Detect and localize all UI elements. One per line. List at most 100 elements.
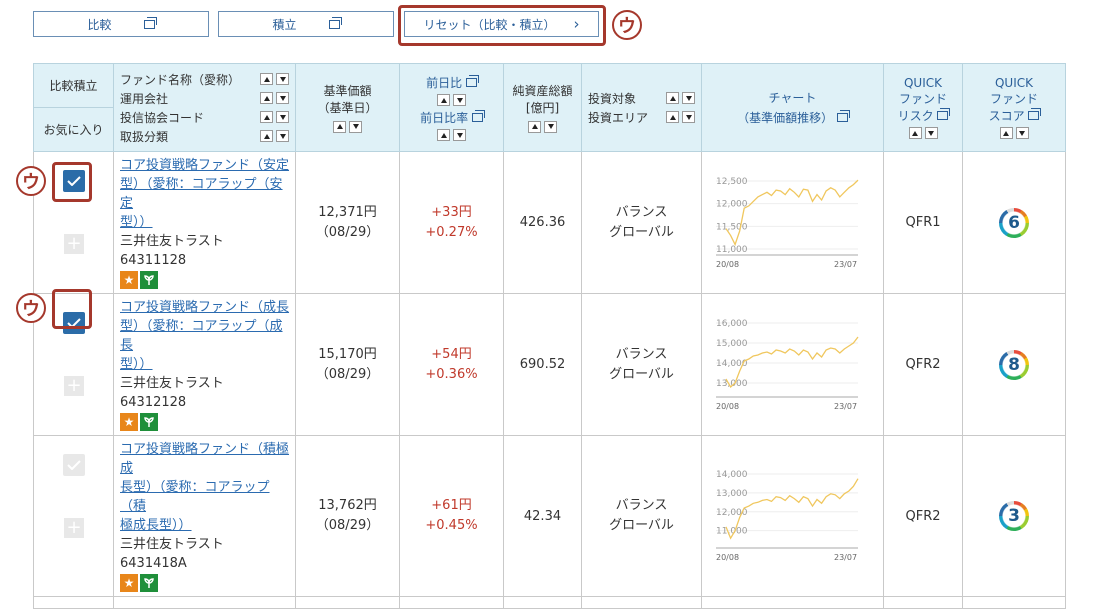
chart-xtick-label: 20/08 [716,402,739,411]
highlight-frame [52,289,92,329]
check-icon [67,460,81,470]
star-badge-icon: ★ [120,574,138,592]
sort-asc-button[interactable] [333,120,346,133]
assets-header: 純資産総額 [512,84,573,98]
score-header-l2[interactable]: ファンド [963,90,1065,107]
risk-header-l2[interactable]: ファンド [884,90,962,107]
chart-xtick-label: 20/08 [716,260,739,269]
code-header: 投信協会コード [120,110,205,125]
fund-row: + コア投資戦略ファンド（成長 型）（愛称：コアラップ（成長 型）） 三井住友トラスト 6… [33,293,1066,436]
chart-ytick-label: 15,000 [716,339,748,349]
sort-asc-button[interactable] [528,120,541,133]
chart-ytick-label: 13,000 [716,379,748,389]
category-header: 取扱分類 [120,129,169,144]
chart-ytick-label: 16,000 [716,319,748,329]
risk-value: QFR2 [883,293,963,436]
sort-desc-button[interactable] [453,129,466,141]
sort-desc-button[interactable] [276,73,289,85]
change-header[interactable]: 前日比 [426,76,462,90]
marker-u: ウ [16,293,46,323]
sort-asc-button[interactable] [437,94,450,106]
add-favorite-button[interactable]: + [64,518,84,538]
change-value: +33円 [431,204,472,220]
area-value: グローバル [609,518,674,533]
area-value: グローバル [609,224,674,240]
nav-date: （08/29） [315,366,380,382]
nav-chart[interactable]: 16,00015,00014,00013,00020/08 23/07 [708,313,878,413]
sort-desc-button[interactable] [682,92,695,104]
fund-name-link[interactable]: コア投資戦略ファンド（積極成 長型）（愛称：コアラップ（積 極成長型）） [120,440,289,535]
nav-date: （08/29） [315,518,380,533]
chart-ytick-label: 12,500 [716,177,748,187]
risk-header-l3[interactable]: リスク [898,109,934,123]
nav-chart[interactable]: 14,00013,00012,00011,00020/08 23/07 [708,464,878,564]
sort-desc-button[interactable] [276,92,289,104]
fund-company: 三井住友トラスト [120,376,224,391]
target-value: バランス [615,498,668,513]
chart-ytick-label: 11,500 [716,222,748,232]
sort-desc-button[interactable] [453,94,466,106]
score-value: 6 [1008,212,1020,233]
sort-asc-button[interactable] [260,111,273,123]
compare-checkbox[interactable] [63,454,85,476]
highlight-frame [52,162,92,202]
sort-asc-button[interactable] [437,129,450,141]
chart-xtick-label: 23/07 [834,553,857,562]
compare-button[interactable]: 比較 [33,11,209,37]
accumulate-button[interactable]: 積立 [218,11,394,37]
sort-desc-button[interactable] [924,127,938,139]
score-header-l3[interactable]: スコア [989,109,1025,123]
sort-desc-button[interactable] [276,111,289,123]
sort-asc-button[interactable] [666,92,679,104]
change-rate-header[interactable]: 前日比率 [420,111,468,125]
nav-date: （08/29） [315,224,380,240]
sort-asc-button[interactable] [908,127,922,139]
chart-ytick-label: 13,000 [716,489,748,499]
add-favorite-button[interactable]: + [64,234,84,254]
table-row-partial [33,596,1066,609]
fund-name-link[interactable]: コア投資戦略ファンド（安定 型）（愛称：コアラップ（安定 型）） [120,156,289,232]
sort-desc-button[interactable] [544,120,557,133]
plus-icon: + [66,375,82,396]
risk-value: QFR1 [883,151,963,294]
new-window-icon [465,74,479,87]
chart-xtick-label: 23/07 [834,402,857,411]
nav-chart[interactable]: 12,500 12,000 11,500 11,000 20/08 23/07 [708,171,878,271]
sort-asc-button[interactable] [260,73,273,85]
sort-asc-button[interactable] [999,127,1013,139]
chart-header[interactable]: チャート [702,89,883,106]
sort-desc-button[interactable] [1015,127,1029,139]
change-rate-value: +0.45% [425,518,478,533]
star-badge-icon: ★ [120,413,138,431]
nav-value: 12,371円 [318,204,377,220]
change-rate-value: +0.36% [425,366,478,382]
sort-desc-button[interactable] [682,111,695,123]
sort-asc-button[interactable] [260,130,273,142]
fund-code: 6431418A [120,556,187,571]
sprout-badge-icon [140,574,158,592]
sort-desc-button[interactable] [349,120,362,133]
sort-desc-button[interactable] [276,130,289,142]
area-header: 投資エリア [588,110,649,125]
fund-name-link[interactable]: コア投資戦略ファンド（成長 型）（愛称：コアラップ（成長 型）） [120,298,289,374]
chart-subheader[interactable]: （基準価額推移） [737,111,833,125]
score-value: 3 [1008,506,1020,526]
chart-ytick-label: 11,000 [716,245,748,255]
chart-ytick-label: 12,000 [716,199,748,209]
nav-date-header: （基準日） [317,101,378,115]
new-window-icon [143,16,157,29]
assets-value: 426.36 [503,151,582,294]
score-gauge: 6 [999,207,1029,238]
new-window-icon [471,109,485,122]
add-favorite-button[interactable]: + [64,376,84,396]
marker-u: ウ [16,166,46,196]
fund-row: + コア投資戦略ファンド（積極成 長型）（愛称：コアラップ（積 極成長型）） 三井住友ト… [33,435,1066,597]
change-value: +61円 [431,498,472,513]
company-header: 運用会社 [120,91,169,106]
risk-header[interactable]: QUICK [884,76,962,90]
chart-xtick-label: 23/07 [834,260,857,269]
score-header[interactable]: QUICK [963,76,1065,90]
sort-asc-button[interactable] [666,111,679,123]
sort-asc-button[interactable] [260,92,273,104]
change-rate-value: +0.27% [425,224,478,240]
